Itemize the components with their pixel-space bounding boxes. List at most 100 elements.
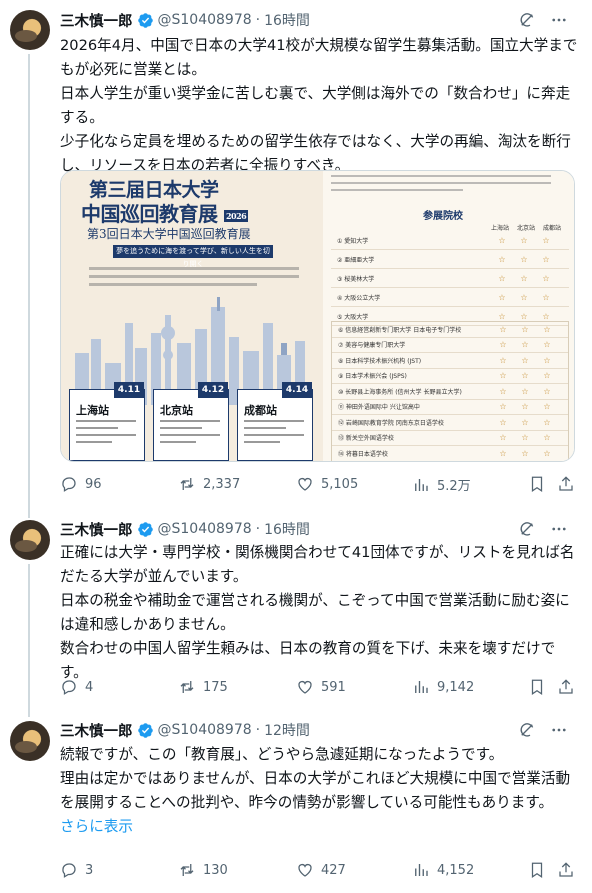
reply-button[interactable]: 4 [60,678,93,696]
school-row: ⑥ 信息経営創新专门职大学 日本电子专门学校 ☆ ☆ ☆ [332,322,568,338]
views-button[interactable]: 4,152 [412,861,474,879]
views-icon [412,476,430,494]
school-name: ⑫ 岩崎国际教育学院 冈南东京日语学校 [338,419,444,427]
star-icon: ☆ [499,448,507,458]
like-button[interactable]: 591 [296,678,346,696]
like-count: 591 [321,679,346,695]
avatar[interactable] [10,721,50,761]
media-image[interactable]: 第三届日本大学 中国巡回教育展 2026 第3回日本大学中国巡回教育展 夢を追う… [60,170,575,462]
grok-icon[interactable] [518,11,536,29]
school-rows: ⑥ 信息経営創新专门职大学 日本电子专门学校 ☆ ☆ ☆ ⑦ 美容与健康专门职大学 ☆ ☆ ☆… [331,321,569,461]
grok-icon[interactable] [518,520,536,538]
share-button[interactable] [557,861,575,879]
views-count: 4,152 [437,862,475,878]
bookmark-button[interactable] [528,861,546,879]
event-flyer: 第三届日本大学 中国巡回教育展 2026 第3回日本大学中国巡回教育展 夢を追う… [61,171,323,461]
star-icon: ☆ [498,292,506,302]
tweet-header: 三木慎一郎 @S10408978 · 12時間 [60,719,582,741]
like-icon [296,861,314,879]
school-name: ⑦ 美容与健康专门职大学 [338,342,406,350]
tweet-3[interactable]: 三木慎一郎 @S10408978 · 12時間 続報ですが、この「教育展」、どう… [0,711,592,893]
share-button[interactable] [557,475,575,493]
school-name: ② 亜細亜大学 [337,256,375,264]
flyer-title: 中国巡回教育展 2026 [81,198,249,227]
year-badge: 2026 [223,209,249,222]
star-icon: ☆ [543,371,551,381]
bookmark-button[interactable] [528,678,546,696]
verified-badge-icon [137,722,154,739]
school-row: ⑦ 美容与健康专门职大学 ☆ ☆ ☆ [332,338,568,353]
school-name: ⑨ 日本学术振兴会 (JSPS) [338,373,407,381]
views-button[interactable]: 5.2万 [412,475,471,494]
tweet-header: 三木慎一郎 @S10408978 · 16時間 [60,518,582,540]
more-icon[interactable] [550,11,568,29]
bookmark-icon [528,861,546,879]
star-icon: ☆ [499,371,507,381]
list-intro [331,175,551,196]
school-row: ⑫ 岩崎国际教育学院 冈南东京日语学校 ☆ ☆ ☆ [332,415,568,431]
star-icon: ☆ [543,402,551,412]
share-icon [557,678,575,696]
display-name[interactable]: 三木慎一郎 [60,519,133,540]
star-icon: ☆ [499,324,507,334]
star-icon: ☆ [543,417,551,427]
like-button[interactable]: 5,105 [296,475,358,493]
reply-icon [60,861,78,879]
handle[interactable]: @S10408978 [158,521,252,537]
thread-line [28,54,30,512]
views-icon [412,678,430,696]
more-icon[interactable] [550,520,568,538]
flyer-title-text: 中国巡回教育展 [81,202,218,226]
timestamp[interactable]: 16時間 [264,10,310,30]
star-icon: ☆ [520,235,528,245]
reply-button[interactable]: 3 [60,861,93,879]
like-count: 427 [321,862,346,878]
school-name: ① 愛知大学 [337,237,369,245]
flyer-banner: 夢を追うために海を渡って学び、新しい人生を切り開く [113,245,273,268]
handle[interactable]: @S10408978 [158,722,252,738]
repost-button[interactable]: 130 [178,861,228,879]
share-button[interactable] [557,678,575,696]
handle[interactable]: @S10408978 [158,12,252,28]
separator-dot: · [255,12,261,28]
thread-line [28,711,30,717]
star-icon: ☆ [499,340,507,350]
tweet-text: 続報ですが、この「教育展」、どうやら急遽延期になったようです。 理由は定かではあ… [60,743,582,839]
like-button[interactable]: 427 [296,861,346,879]
like-icon [296,475,314,493]
timestamp[interactable]: 12時間 [264,720,310,740]
tweet-paragraph: 日本の税金や補助金で運営される機関が、こぞって中国で営業活動に励む姿には違和感し… [60,592,570,633]
star-icon: ☆ [543,324,551,334]
station-card-beijing: 4.12 北京站 [153,382,229,461]
tweet-1[interactable]: 三木慎一郎 @S10408978 · 16時間 2026年4月、中国で日本の大学… [0,0,592,512]
flyer-subtitle: 第3回日本大学中国巡回教育展 [87,227,251,241]
repost-button[interactable]: 175 [178,678,228,696]
star-icon: ☆ [542,235,550,245]
share-icon [557,475,575,493]
reply-button[interactable]: 96 [60,475,102,493]
grok-icon[interactable] [518,721,536,739]
star-icon: ☆ [520,311,528,321]
star-icon: ☆ [499,355,507,365]
more-icon[interactable] [550,721,568,739]
show-more-link[interactable]: さらに表示 [60,818,133,835]
bookmark-button[interactable] [528,475,546,493]
tweet-2[interactable]: 三木慎一郎 @S10408978 · 16時間 正確には大学・専門学校・関係機関… [0,512,592,711]
star-icon: ☆ [498,254,506,264]
station-date: 4.12 [198,382,228,398]
display-name[interactable]: 三木慎一郎 [60,720,133,741]
school-name: ⑤ 大阪大学 [337,313,369,321]
repost-button[interactable]: 2,337 [178,475,240,493]
timestamp[interactable]: 16時間 [264,519,310,539]
avatar[interactable] [10,520,50,560]
repost-icon [178,475,196,493]
views-button[interactable]: 9,142 [412,678,474,696]
action-bar: 3 130 427 4,152 [60,861,580,885]
separator-dot: · [255,722,261,738]
avatar[interactable] [10,10,50,50]
display-name[interactable]: 三木慎一郎 [60,10,133,31]
action-bar: 4 175 591 9,142 [60,678,580,702]
tweet-header: 三木慎一郎 @S10408978 · 16時間 [60,9,582,31]
star-icon: ☆ [542,254,550,264]
school-row: ① 愛知大学 ☆ ☆ ☆ [331,231,569,250]
